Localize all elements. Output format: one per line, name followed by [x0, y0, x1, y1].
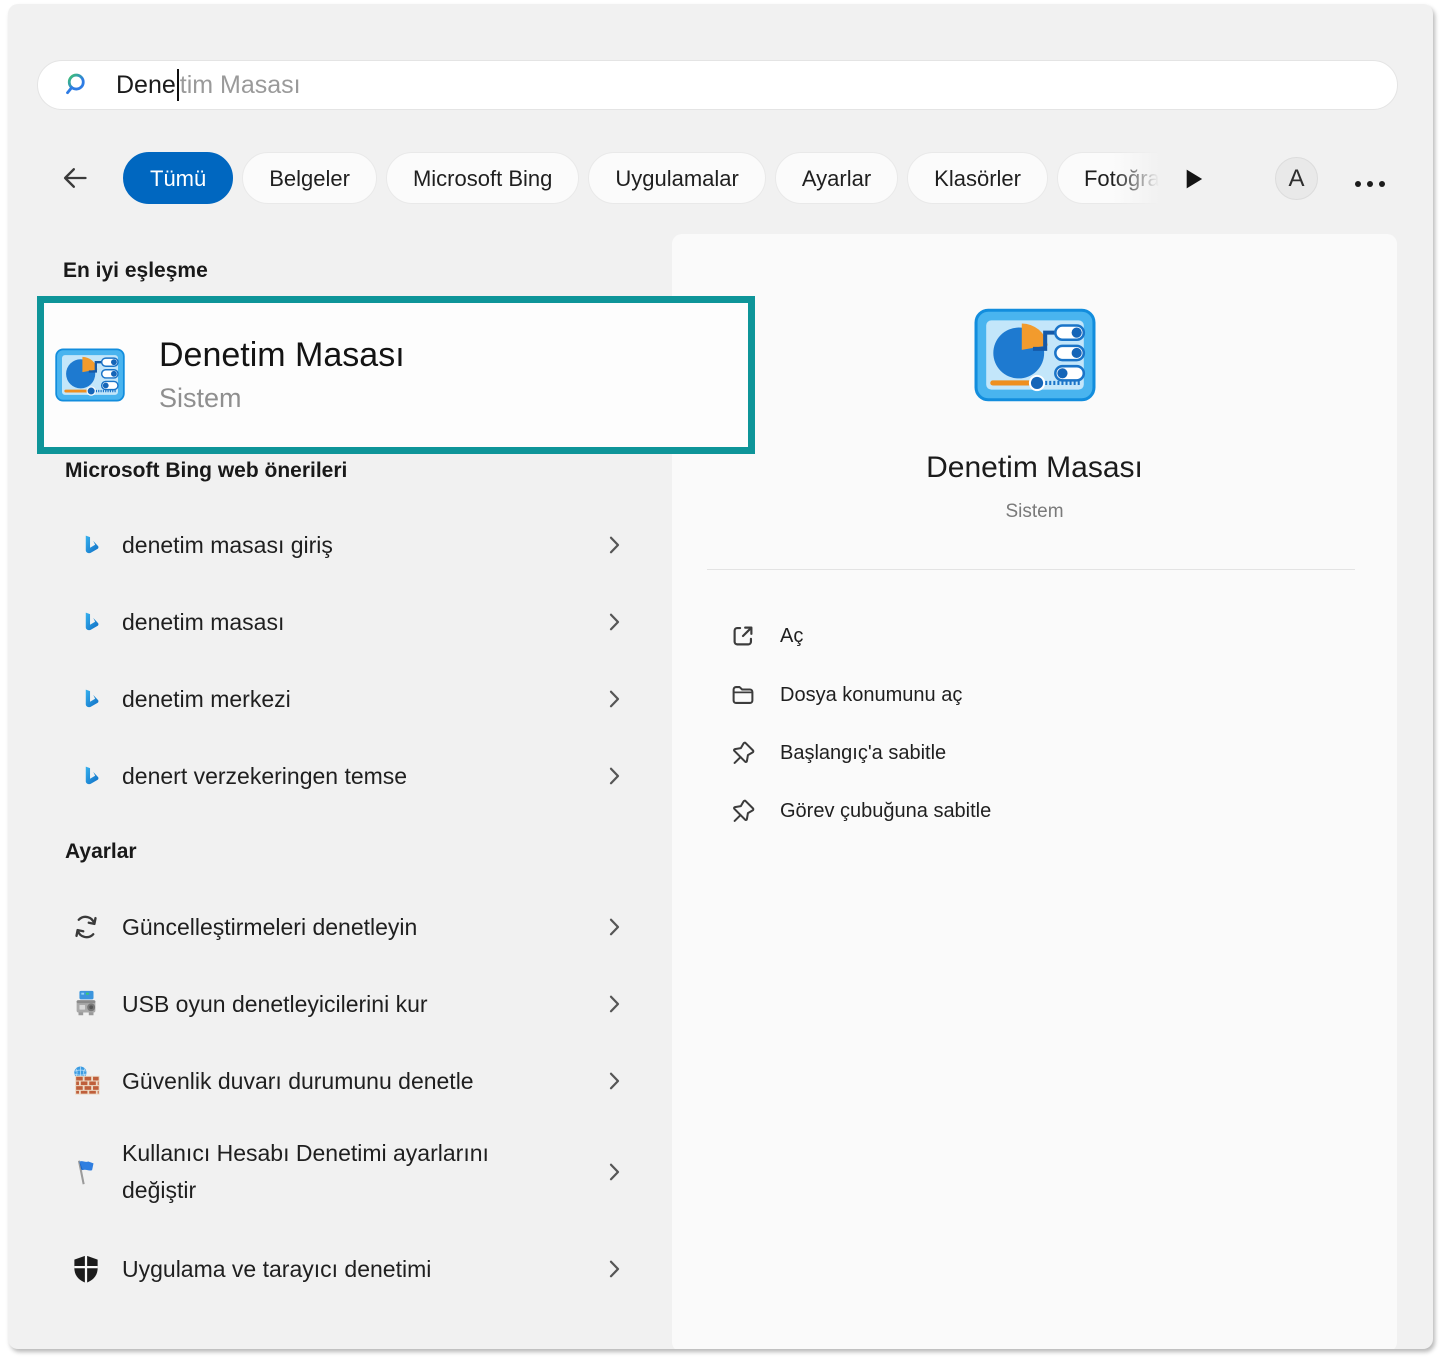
control-panel-icon: [55, 348, 125, 402]
folder-icon: [730, 682, 756, 708]
firewall-icon: [71, 1066, 101, 1096]
action-label: Aç: [780, 625, 803, 648]
tab-tumu[interactable]: Tümü: [123, 152, 233, 204]
bing-icon: [80, 534, 102, 556]
action-open[interactable]: Aç: [672, 614, 1397, 658]
divider: [707, 569, 1355, 570]
action-open-file-location[interactable]: Dosya konumunu aç: [672, 673, 1397, 717]
search-input[interactable]: Dene tim Masası: [116, 69, 301, 101]
chevron-right-icon: [608, 689, 621, 709]
pin-icon: [730, 798, 756, 824]
usb-game-controller-icon: [71, 989, 101, 1019]
play-icon: [1181, 166, 1207, 192]
filter-tabs: Tümü Belgeler Microsoft Bing Uygulamalar…: [123, 152, 1159, 206]
action-label: Görev çubuğuna sabitle: [780, 800, 991, 823]
more-options-button[interactable]: [1348, 172, 1392, 196]
chevron-right-icon: [608, 994, 621, 1014]
bing-icon: [80, 611, 102, 633]
settings-item-uac[interactable]: Kullanıcı Hesabı Denetimi ayarlarını değ…: [37, 1130, 657, 1214]
suggestion-label: denetim masası: [122, 604, 284, 641]
best-match-title: Denetim Masası: [159, 336, 405, 375]
back-button[interactable]: [58, 164, 92, 194]
search-icon: [64, 71, 92, 99]
bing-suggestion-item[interactable]: denetim merkezi: [37, 674, 657, 724]
bing-section-header: Microsoft Bing web önerileri: [65, 459, 347, 483]
chevron-right-icon: [608, 535, 621, 555]
text-cursor: [177, 69, 179, 101]
tab-uygulamalar[interactable]: Uygulamalar: [588, 152, 766, 204]
settings-item-check-updates[interactable]: Güncelleştirmeleri denetleyin: [37, 902, 657, 952]
settings-item-label: Uygulama ve tarayıcı denetimi: [122, 1251, 431, 1288]
open-external-icon: [730, 623, 756, 649]
annotation-highlight-box: Denetim Masası Sistem: [37, 296, 755, 454]
search-flyout-window: Dene tim Masası Tümü Belgeler Microsoft …: [8, 4, 1433, 1349]
chevron-right-icon: [608, 612, 621, 632]
pin-icon: [730, 740, 756, 766]
settings-section-header: Ayarlar: [65, 840, 137, 864]
settings-item-usb-game-controllers[interactable]: USB oyun denetleyicilerini kur: [37, 979, 657, 1029]
tab-microsoft-bing[interactable]: Microsoft Bing: [386, 152, 579, 204]
search-input-suggestion-text: tim Masası: [180, 71, 301, 100]
settings-item-label: Güvenlik duvarı durumunu denetle: [122, 1063, 474, 1100]
bing-suggestion-item[interactable]: denetim masası giriş: [37, 520, 657, 570]
search-input-typed-text: Dene: [116, 71, 176, 100]
preview-subtitle: Sistem: [672, 501, 1397, 523]
preview-panel: Denetim Masası Sistem Aç Dosya konumunu …: [672, 234, 1397, 1349]
bing-suggestion-item[interactable]: denert verzekeringen temse: [37, 751, 657, 801]
search-bar[interactable]: Dene tim Masası: [37, 60, 1398, 110]
chevron-right-icon: [608, 766, 621, 786]
suggestion-label: denetim masası giriş: [122, 527, 333, 564]
bing-suggestion-item[interactable]: denetim masası: [37, 597, 657, 647]
preview-title: Denetim Masası: [672, 451, 1397, 485]
tab-klasorler[interactable]: Klasörler: [907, 152, 1048, 204]
tab-ayarlar[interactable]: Ayarlar: [775, 152, 898, 204]
action-pin-to-taskbar[interactable]: Görev çubuğuna sabitle: [672, 789, 1397, 833]
chevron-right-icon: [608, 1071, 621, 1091]
action-label: Dosya konumunu aç: [780, 684, 962, 707]
bing-icon: [80, 688, 102, 710]
chevron-right-icon: [608, 1259, 621, 1279]
ellipsis-icon: [1348, 181, 1392, 187]
action-pin-to-start[interactable]: Başlangıç'a sabitle: [672, 731, 1397, 775]
suggestion-label: denetim merkezi: [122, 681, 291, 718]
account-avatar[interactable]: A: [1275, 157, 1318, 200]
bing-icon: [80, 765, 102, 787]
back-arrow-icon: [59, 164, 91, 192]
security-shield-icon: [71, 1254, 101, 1284]
best-match-header: En iyi eşleşme: [63, 259, 208, 283]
settings-item-label: Kullanıcı Hesabı Denetimi ayarlarını değ…: [122, 1135, 552, 1209]
control-panel-icon-large: [974, 308, 1096, 402]
chevron-right-icon: [608, 1162, 621, 1182]
settings-item-firewall-status[interactable]: Güvenlik duvarı durumunu denetle: [37, 1056, 657, 1106]
tabs-overflow-fade: [1113, 152, 1159, 206]
refresh-icon: [71, 912, 101, 942]
action-label: Başlangıç'a sabitle: [780, 742, 946, 765]
best-match-subtitle: Sistem: [159, 383, 405, 414]
settings-item-app-browser-control[interactable]: Uygulama ve tarayıcı denetimi: [37, 1244, 657, 1294]
suggestion-label: denert verzekeringen temse: [122, 758, 407, 795]
tabs-scroll-right-button[interactable]: [1180, 166, 1208, 194]
uac-flag-icon: [71, 1157, 101, 1187]
tab-belgeler[interactable]: Belgeler: [242, 152, 377, 204]
settings-item-label: Güncelleştirmeleri denetleyin: [122, 909, 417, 946]
chevron-right-icon: [608, 917, 621, 937]
settings-item-label: USB oyun denetleyicilerini kur: [122, 986, 428, 1023]
best-match-result[interactable]: Denetim Masası Sistem: [44, 303, 748, 447]
